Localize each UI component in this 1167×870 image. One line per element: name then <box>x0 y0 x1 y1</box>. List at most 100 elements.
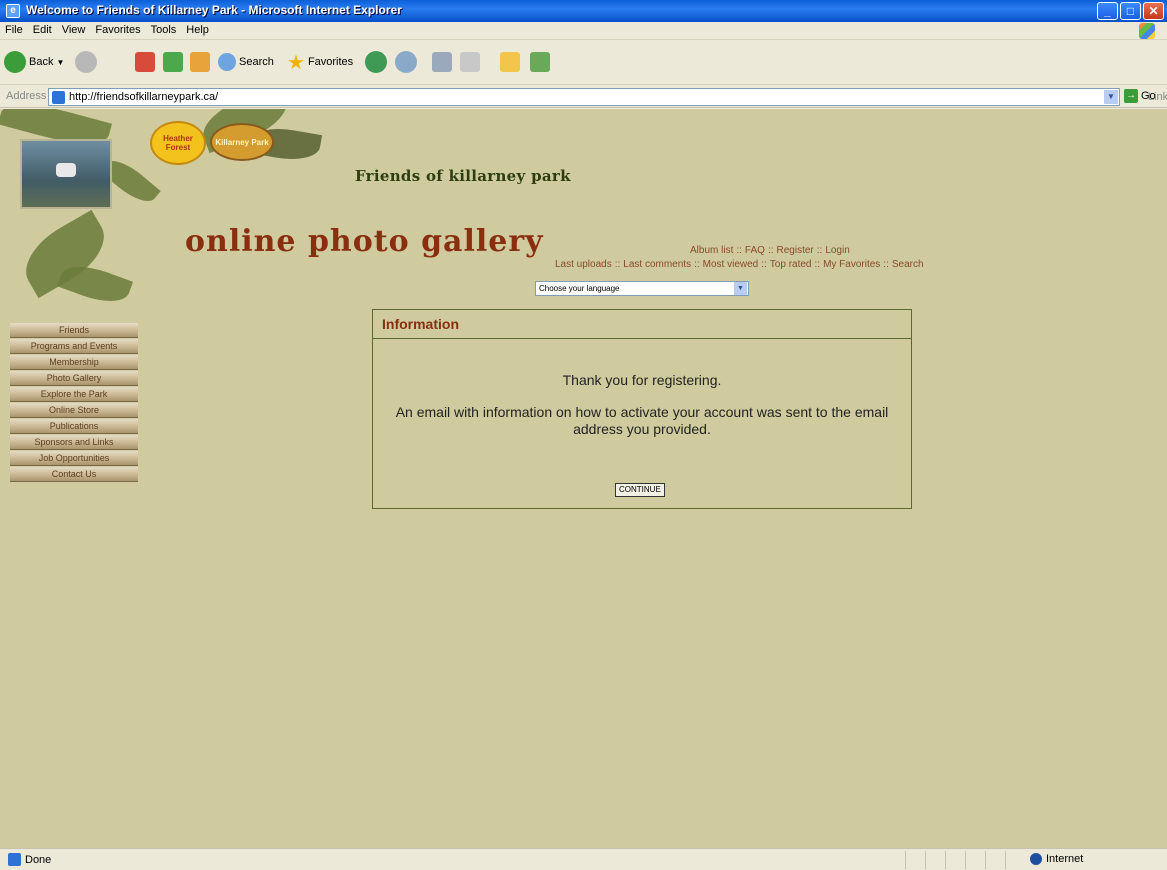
sidebar-item-friends[interactable]: Friends <box>10 323 138 338</box>
mail-icon <box>395 51 417 73</box>
back-arrow-icon <box>4 51 26 73</box>
history-button[interactable] <box>365 49 387 75</box>
ie-logo-icon: e <box>6 4 20 18</box>
search-label: Search <box>239 56 274 68</box>
nav-album-list[interactable]: Album list <box>690 245 733 256</box>
back-button[interactable]: Back ▼ <box>4 49 64 75</box>
language-select[interactable]: Choose your language ▼ <box>535 281 749 296</box>
maximize-button[interactable]: □ <box>1120 2 1141 20</box>
favorites-label: Favorites <box>307 56 354 68</box>
forward-button[interactable] <box>75 49 97 75</box>
nav-last-uploads[interactable]: Last uploads <box>555 259 612 270</box>
windows-flag-icon <box>1139 23 1155 39</box>
window-title: Welcome to Friends of Killarney Park - M… <box>26 3 402 17</box>
sidebar-item-publications[interactable]: Publications <box>10 419 138 434</box>
menu-file[interactable]: File <box>0 22 28 38</box>
page-done-icon <box>8 853 21 866</box>
home-button[interactable] <box>190 49 210 75</box>
folder-icon <box>500 52 520 72</box>
go-arrow-icon: → <box>1124 89 1138 103</box>
address-bar: Address http://friendsofkillarneypark.ca… <box>0 86 1167 108</box>
menu-tools[interactable]: Tools <box>146 22 182 38</box>
sidebar-item-online-store[interactable]: Online Store <box>10 403 138 418</box>
nav-last-comments[interactable]: Last comments <box>623 259 691 270</box>
menu-view[interactable]: View <box>57 22 91 38</box>
header-artwork: Heather Forest Killarney Park <box>0 109 340 319</box>
sidebar-item-sponsors-links[interactable]: Sponsors and Links <box>10 435 138 450</box>
messenger-icon <box>530 52 550 72</box>
address-input[interactable]: http://friendsofkillarneypark.ca/ ▼ <box>48 88 1120 106</box>
menu-edit[interactable]: Edit <box>28 22 57 38</box>
sun-badge-logo: Heather Forest <box>150 121 206 165</box>
page-icon <box>52 90 65 104</box>
top-nav-primary: Album list:: FAQ:: Register:: Login <box>690 245 850 256</box>
sidebar-item-photo-gallery[interactable]: Photo Gallery <box>10 371 138 386</box>
status-cells <box>905 851 1025 869</box>
edit-icon <box>460 52 480 72</box>
status-bar: Done Internet <box>0 848 1167 870</box>
gallery-title: online photo gallery <box>185 224 544 259</box>
information-panel: Information Thank you for registering. A… <box>372 309 912 509</box>
print-icon <box>432 52 452 72</box>
address-url: http://friendsofkillarneypark.ca/ <box>69 91 219 103</box>
status-text: Done <box>25 853 52 866</box>
search-button[interactable]: Search <box>218 49 274 75</box>
menu-favorites[interactable]: Favorites <box>90 22 145 38</box>
sidebar-item-explore-park[interactable]: Explore the Park <box>10 387 138 402</box>
close-button[interactable]: ✕ <box>1143 2 1164 20</box>
refresh-icon <box>163 52 183 72</box>
chevron-down-icon[interactable]: ▼ <box>1104 90 1118 104</box>
folder-button[interactable] <box>500 49 520 75</box>
nav-most-viewed[interactable]: Most viewed <box>703 259 759 270</box>
globe-icon <box>1030 853 1042 865</box>
activation-message: An email with information on how to acti… <box>373 404 911 438</box>
sidebar-item-contact-us[interactable]: Contact Us <box>10 467 138 482</box>
chevron-down-icon[interactable]: ▼ <box>734 282 747 295</box>
divider <box>373 338 911 339</box>
side-navigation: Friends Programs and Events Membership P… <box>10 323 138 483</box>
messenger-button[interactable] <box>530 49 550 75</box>
home-icon <box>190 52 210 72</box>
status-done: Done <box>8 853 51 866</box>
stop-button[interactable] <box>135 49 155 75</box>
stop-icon <box>135 52 155 72</box>
menu-bar: File Edit View Favorites Tools Help <box>0 22 1167 40</box>
top-nav-secondary: Last uploads:: Last comments:: Most viewed… <box>555 259 924 270</box>
refresh-button[interactable] <box>163 49 183 75</box>
zone-label: Internet <box>1046 853 1084 865</box>
address-label: Address <box>6 90 47 102</box>
mail-button[interactable] <box>395 49 417 75</box>
activation-message-text: An email with information on how to acti… <box>395 404 889 437</box>
page-content: Heather Forest Killarney Park Friends of… <box>0 109 1167 848</box>
title-bar: e Welcome to Friends of Killarney Park -… <box>0 0 1167 22</box>
language-select-value: Choose your language <box>539 284 620 293</box>
back-label: Back <box>29 56 54 68</box>
security-zone: Internet <box>1030 853 1083 865</box>
nav-faq[interactable]: FAQ <box>745 245 765 256</box>
nav-login[interactable]: Login <box>825 245 849 256</box>
forward-arrow-icon <box>75 51 97 73</box>
park-badge-logo: Killarney Park <box>210 123 274 161</box>
sidebar-item-membership[interactable]: Membership <box>10 355 138 370</box>
continue-button[interactable]: CONTINUE <box>615 483 665 497</box>
wildlife-photo <box>20 139 112 209</box>
nav-search[interactable]: Search <box>892 259 924 270</box>
thank-you-message: Thank you for registering. <box>562 372 722 388</box>
nav-top-rated[interactable]: Top rated <box>770 259 812 270</box>
search-icon <box>218 53 236 71</box>
nav-my-favorites[interactable]: My Favorites <box>823 259 880 270</box>
site-title: Friends of killarney park <box>355 167 571 185</box>
menu-help[interactable]: Help <box>181 22 214 38</box>
links-button[interactable]: Links <box>1148 91 1167 103</box>
dropdown-arrow-icon: ▼ <box>56 57 65 67</box>
nav-register[interactable]: Register <box>777 245 814 256</box>
minimize-button[interactable]: _ <box>1097 2 1118 20</box>
sidebar-item-job-opportunities[interactable]: Job Opportunities <box>10 451 138 466</box>
print-button[interactable] <box>432 49 452 75</box>
favorites-button[interactable]: ★ Favorites <box>287 49 353 75</box>
edit-button[interactable] <box>460 49 480 75</box>
toolbar: Back ▼ Search ★ Favorites <box>0 41 1167 85</box>
history-icon <box>365 51 387 73</box>
star-icon: ★ <box>287 51 305 74</box>
sidebar-item-programs-events[interactable]: Programs and Events <box>10 339 138 354</box>
